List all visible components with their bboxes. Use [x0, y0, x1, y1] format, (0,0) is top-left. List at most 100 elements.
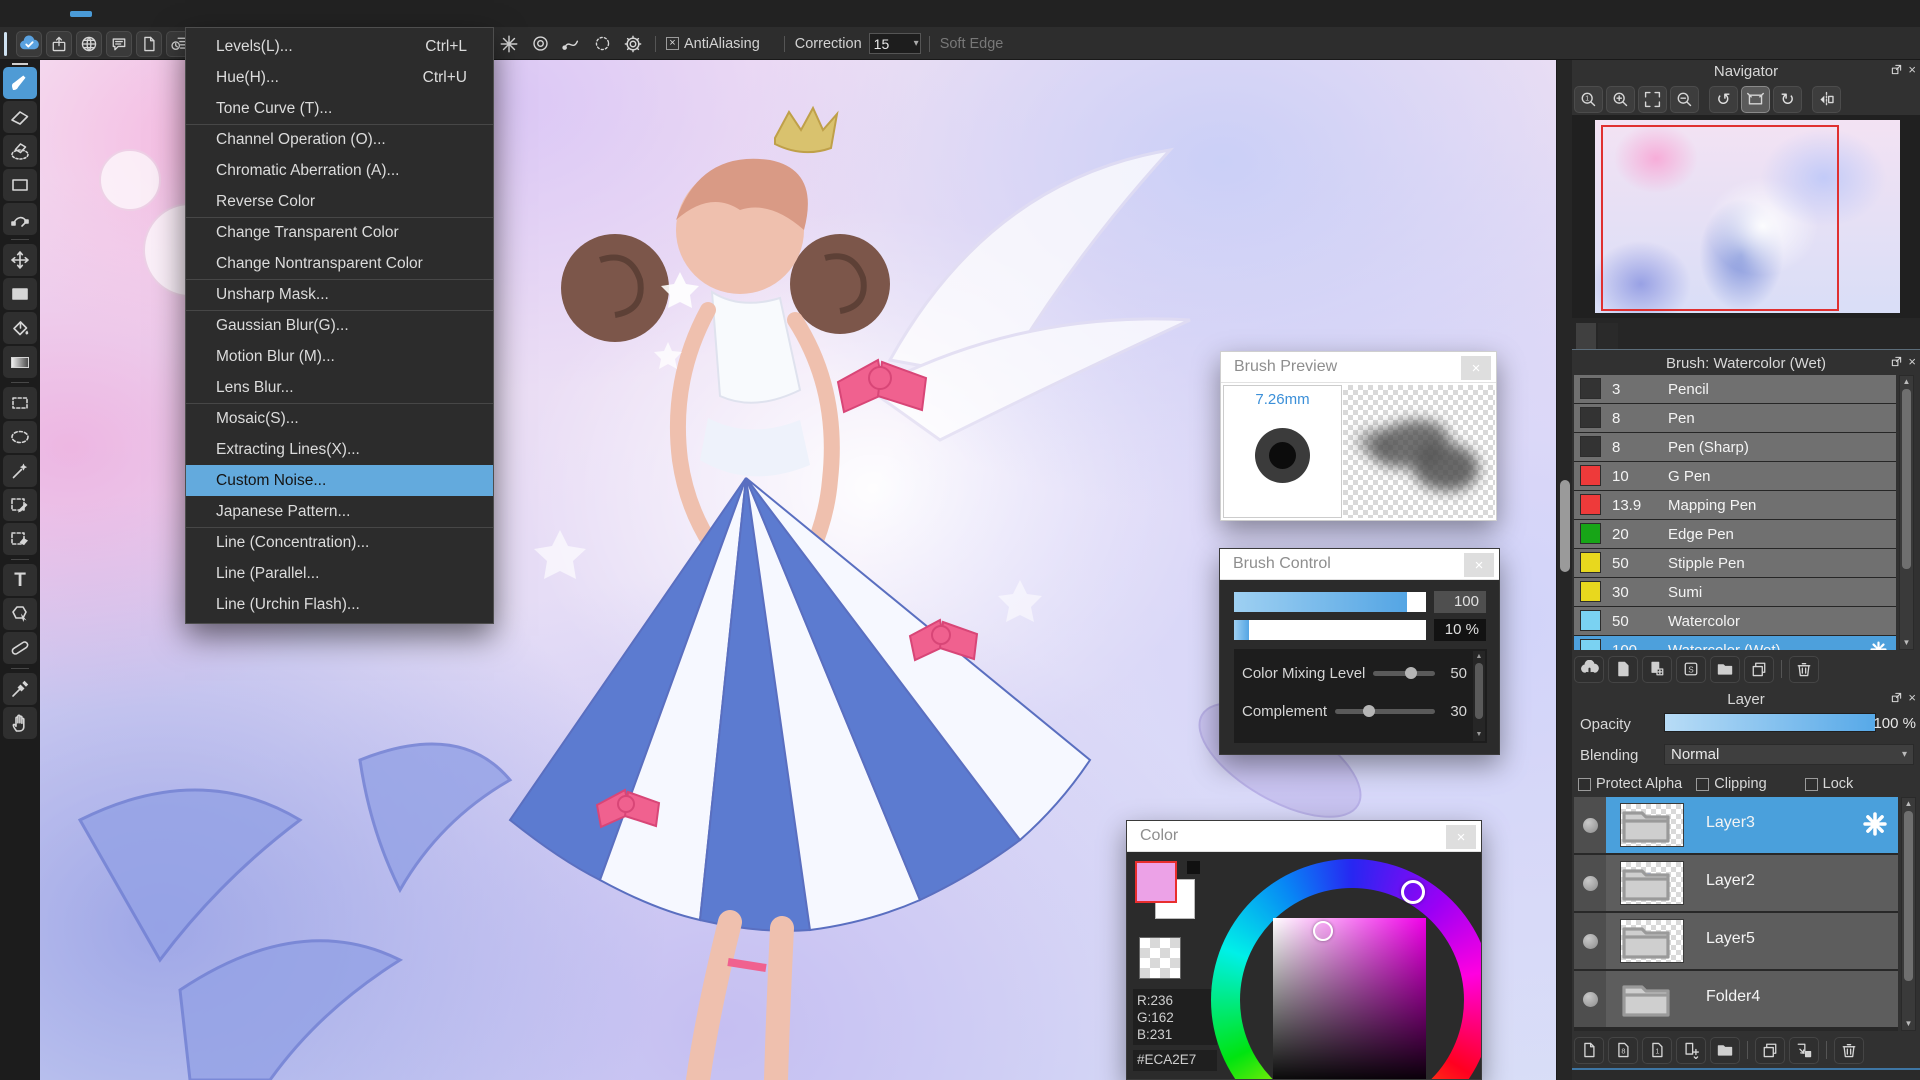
hue-selector[interactable] — [1401, 880, 1425, 904]
filter-menu-item[interactable]: Reverse Color — [186, 186, 493, 217]
gradient-tool-button[interactable] — [3, 346, 37, 378]
save-settings-button[interactable]: S — [1676, 655, 1706, 683]
duplicate-layer-button[interactable] — [1755, 1036, 1785, 1064]
blend-tool-button[interactable] — [3, 632, 37, 664]
antialiasing-checkbox[interactable]: × AntiAliasing — [666, 36, 760, 52]
filter-menu-item[interactable]: Chromatic Aberration (A)... — [186, 155, 493, 186]
close-icon[interactable]: × — [1908, 691, 1916, 704]
flip-horizontal-button[interactable] — [1812, 86, 1841, 113]
new-layer-menu-button[interactable] — [1676, 1036, 1706, 1064]
brush-list-item[interactable]: 10 G Pen — [1574, 462, 1896, 490]
brush-list-item[interactable]: 50 Stipple Pen — [1574, 549, 1896, 577]
new-raster-layer-button[interactable]: 8 — [1608, 1036, 1638, 1064]
menubar-item[interactable] — [136, 11, 158, 17]
new-vector-layer-button[interactable]: 1 — [1642, 1036, 1672, 1064]
layer-row[interactable]: Layer2 — [1574, 855, 1898, 911]
close-button[interactable]: × — [1464, 553, 1494, 577]
opacity-slider[interactable] — [1664, 713, 1876, 732]
duplicate-brush-button[interactable] — [1642, 655, 1672, 683]
popout-icon[interactable] — [1891, 356, 1902, 367]
zoom-out-button[interactable] — [1670, 86, 1699, 113]
filter-menu-item[interactable]: Levels(L)... Ctrl+L — [186, 31, 493, 62]
reset-rotation-button[interactable] — [1741, 86, 1770, 113]
filter-menu-item[interactable]: Mosaic(S)... — [186, 403, 493, 434]
popout-icon[interactable] — [1891, 692, 1902, 703]
close-icon[interactable]: × — [1908, 63, 1916, 76]
new-layer-folder-button[interactable] — [1710, 1036, 1740, 1064]
eyedropper-tool-button[interactable] — [3, 673, 37, 705]
menubar-item[interactable] — [268, 11, 290, 17]
brush-settings-gear-icon[interactable] — [1869, 640, 1888, 650]
frame-tool-button[interactable] — [3, 169, 37, 201]
brush-list-item[interactable]: 30 Sumi — [1574, 578, 1896, 606]
document-info-button[interactable] — [136, 30, 162, 57]
layer-visibility-toggle[interactable] — [1574, 797, 1606, 853]
cloud-sync-button[interactable] — [16, 30, 42, 57]
new-layer-button[interactable] — [1574, 1036, 1604, 1064]
filter-menu-item[interactable]: Line (Parallel... — [186, 558, 493, 589]
filter-menu-item[interactable]: Extracting Lines(X)... — [186, 434, 493, 465]
brush-list-item[interactable]: 100 Watercolor (Wet) — [1574, 636, 1896, 650]
publish-button[interactable] — [46, 30, 72, 57]
auto-select-tool-button[interactable] — [3, 455, 37, 487]
navigator-preview[interactable] — [1572, 115, 1920, 318]
brush-list-scrollbar[interactable]: ▲ ▼ — [1899, 375, 1914, 650]
brush-opacity-slider[interactable] — [1234, 620, 1426, 640]
filter-menu-item[interactable]: Motion Blur (M)... — [186, 341, 493, 372]
filter-menu-item[interactable]: Custom Noise... — [186, 465, 493, 496]
lasso-select-tool-button[interactable] — [3, 421, 37, 453]
filter-menu-item[interactable]: Hue(H)... Ctrl+U — [186, 62, 493, 93]
zoom-in-button[interactable] — [1606, 86, 1635, 113]
layer-row[interactable]: Folder4 — [1574, 971, 1898, 1027]
brush-list-item[interactable]: 50 Watercolor — [1574, 607, 1896, 635]
text-tool-button[interactable]: T — [3, 564, 37, 596]
brush-list-item[interactable]: 20 Edge Pen — [1574, 520, 1896, 548]
dashed-circle-button[interactable] — [590, 32, 614, 56]
brush-size-slider[interactable] — [1234, 592, 1426, 612]
filter-menu-item[interactable]: Gaussian Blur(G)... — [186, 310, 493, 341]
starburst-tool-button[interactable] — [497, 32, 521, 56]
menubar-item[interactable] — [180, 11, 202, 17]
panel-tab[interactable] — [1598, 323, 1618, 349]
brush-list-item[interactable]: 8 Pen (Sharp) — [1574, 433, 1896, 461]
parameters-scrollbar[interactable]: ▲ ▼ — [1473, 651, 1485, 741]
close-icon[interactable]: × — [1908, 355, 1916, 368]
brush-tool-button[interactable] — [3, 67, 37, 99]
filter-menu-item[interactable]: Lens Blur... — [186, 372, 493, 403]
object-tool-button[interactable] — [3, 598, 37, 630]
fill-tool-button[interactable] — [3, 312, 37, 344]
menubar-item[interactable] — [26, 11, 48, 17]
curve-smoothing-button[interactable] — [559, 32, 583, 56]
lock-checkbox[interactable]: Lock — [1804, 776, 1853, 792]
filter-menu-item[interactable]: Change Transparent Color — [186, 217, 493, 248]
layer-settings-gear-icon[interactable] — [1862, 811, 1888, 837]
transparent-color-swatch[interactable] — [1139, 937, 1181, 979]
stabilization-button[interactable] — [528, 32, 552, 56]
filter-menu-item[interactable]: Japanese Pattern... — [186, 496, 493, 527]
marquee-select-tool-button[interactable] — [3, 387, 37, 419]
rotate-left-button[interactable]: ↺ — [1709, 86, 1738, 113]
brush-list-item[interactable]: 13.9 Mapping Pen — [1574, 491, 1896, 519]
close-button[interactable]: × — [1461, 356, 1491, 380]
eraser-tool-button[interactable] — [3, 101, 37, 133]
close-button[interactable]: × — [1446, 825, 1476, 849]
scrollbar-thumb[interactable] — [1560, 480, 1570, 572]
filter-menu-item[interactable]: Change Nontransparent Color — [186, 248, 493, 279]
main-color-swatch[interactable] — [1135, 861, 1177, 903]
layer-visibility-toggle[interactable] — [1574, 971, 1606, 1027]
figure-tool-button[interactable] — [3, 278, 37, 310]
comment-button[interactable] — [106, 30, 132, 57]
blending-mode-select[interactable]: Normal ▾ — [1664, 744, 1914, 765]
menubar-item[interactable] — [4, 11, 26, 17]
color-mixing-slider[interactable] — [1373, 666, 1435, 679]
rotate-right-button[interactable]: ↻ — [1773, 86, 1802, 113]
correction-input[interactable] — [868, 33, 921, 54]
selection-eraser-tool-button[interactable] — [3, 523, 37, 555]
filter-menu-item[interactable]: Unsharp Mask... — [186, 279, 493, 310]
tool-settings-button[interactable] — [621, 32, 645, 56]
duplicate-button[interactable] — [1744, 655, 1774, 683]
layer-visibility-toggle[interactable] — [1574, 855, 1606, 911]
menubar-item[interactable] — [92, 11, 114, 17]
menubar-item[interactable] — [70, 10, 92, 17]
selection-pen-tool-button[interactable] — [3, 489, 37, 521]
